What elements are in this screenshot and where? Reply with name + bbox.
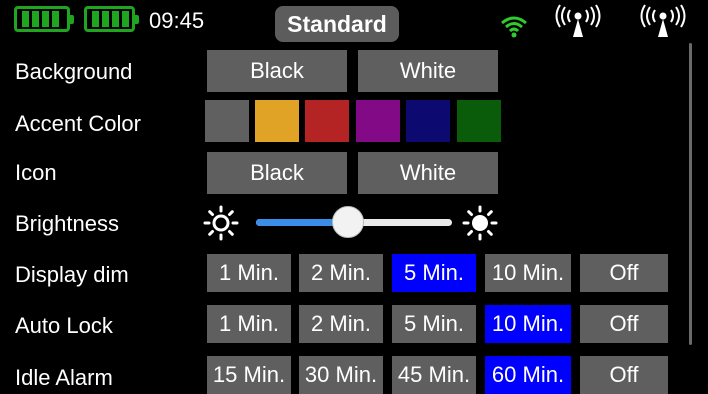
battery-icon	[84, 6, 139, 32]
profile-button[interactable]: Standard	[275, 6, 399, 42]
accent-swatch-green[interactable]	[457, 100, 501, 142]
battery-icon	[14, 6, 74, 32]
display-dim-option-button[interactable]: Off	[580, 254, 668, 292]
idle-alarm-option-button[interactable]: 30 Min.	[299, 356, 383, 394]
idle-alarm-option-button[interactable]: 15 Min.	[207, 356, 291, 394]
accent-swatch-orange[interactable]	[255, 100, 299, 142]
accent-swatch-purple[interactable]	[356, 100, 400, 142]
brightness-label: Brightness	[15, 211, 119, 236]
idle-alarm-option-button[interactable]: 60 Min.	[485, 356, 571, 394]
clock-time: 09:45	[149, 8, 205, 33]
slider-thumb[interactable]	[332, 206, 365, 238]
auto-lock-option-button[interactable]: 10 Min.	[485, 305, 571, 343]
display-dim-option-button[interactable]: 2 Min.	[299, 254, 383, 292]
display-dim-option-button[interactable]: 10 Min.	[485, 254, 571, 292]
scrollbar[interactable]	[689, 43, 692, 345]
icon-white-button[interactable]: White	[358, 152, 498, 194]
accent-swatch-red[interactable]	[305, 100, 349, 142]
background-black-button[interactable]: Black	[207, 50, 347, 92]
accent-swatch-navy[interactable]	[406, 100, 450, 142]
idle-alarm-option-button[interactable]: 45 Min.	[392, 356, 476, 394]
background-label: Background	[15, 59, 133, 84]
antenna-icon	[640, 4, 686, 37]
auto-lock-option-button[interactable]: 2 Min.	[299, 305, 383, 343]
icon-label: Icon	[15, 160, 57, 185]
accent-color-label: Accent Color	[15, 111, 141, 136]
display-dim-option-button[interactable]: 1 Min.	[207, 254, 291, 292]
brightness-slider[interactable]	[256, 206, 452, 238]
brightness-high-icon	[462, 205, 498, 241]
idle-alarm-label: Idle Alarm	[15, 365, 113, 390]
icon-black-button[interactable]: Black	[207, 152, 347, 194]
background-white-button[interactable]: White	[358, 50, 498, 92]
auto-lock-option-button[interactable]: 5 Min.	[392, 305, 476, 343]
display-dim-label: Display dim	[15, 262, 129, 287]
auto-lock-option-button[interactable]: Off	[580, 305, 668, 343]
auto-lock-label: Auto Lock	[15, 313, 113, 338]
auto-lock-option-button[interactable]: 1 Min.	[207, 305, 291, 343]
antenna-icon	[555, 4, 601, 37]
accent-swatch-gray[interactable]	[205, 100, 249, 142]
idle-alarm-option-button[interactable]: Off	[580, 356, 668, 394]
brightness-low-icon	[203, 205, 239, 241]
display-dim-option-button[interactable]: 5 Min.	[392, 254, 476, 292]
wifi-icon	[501, 16, 527, 38]
